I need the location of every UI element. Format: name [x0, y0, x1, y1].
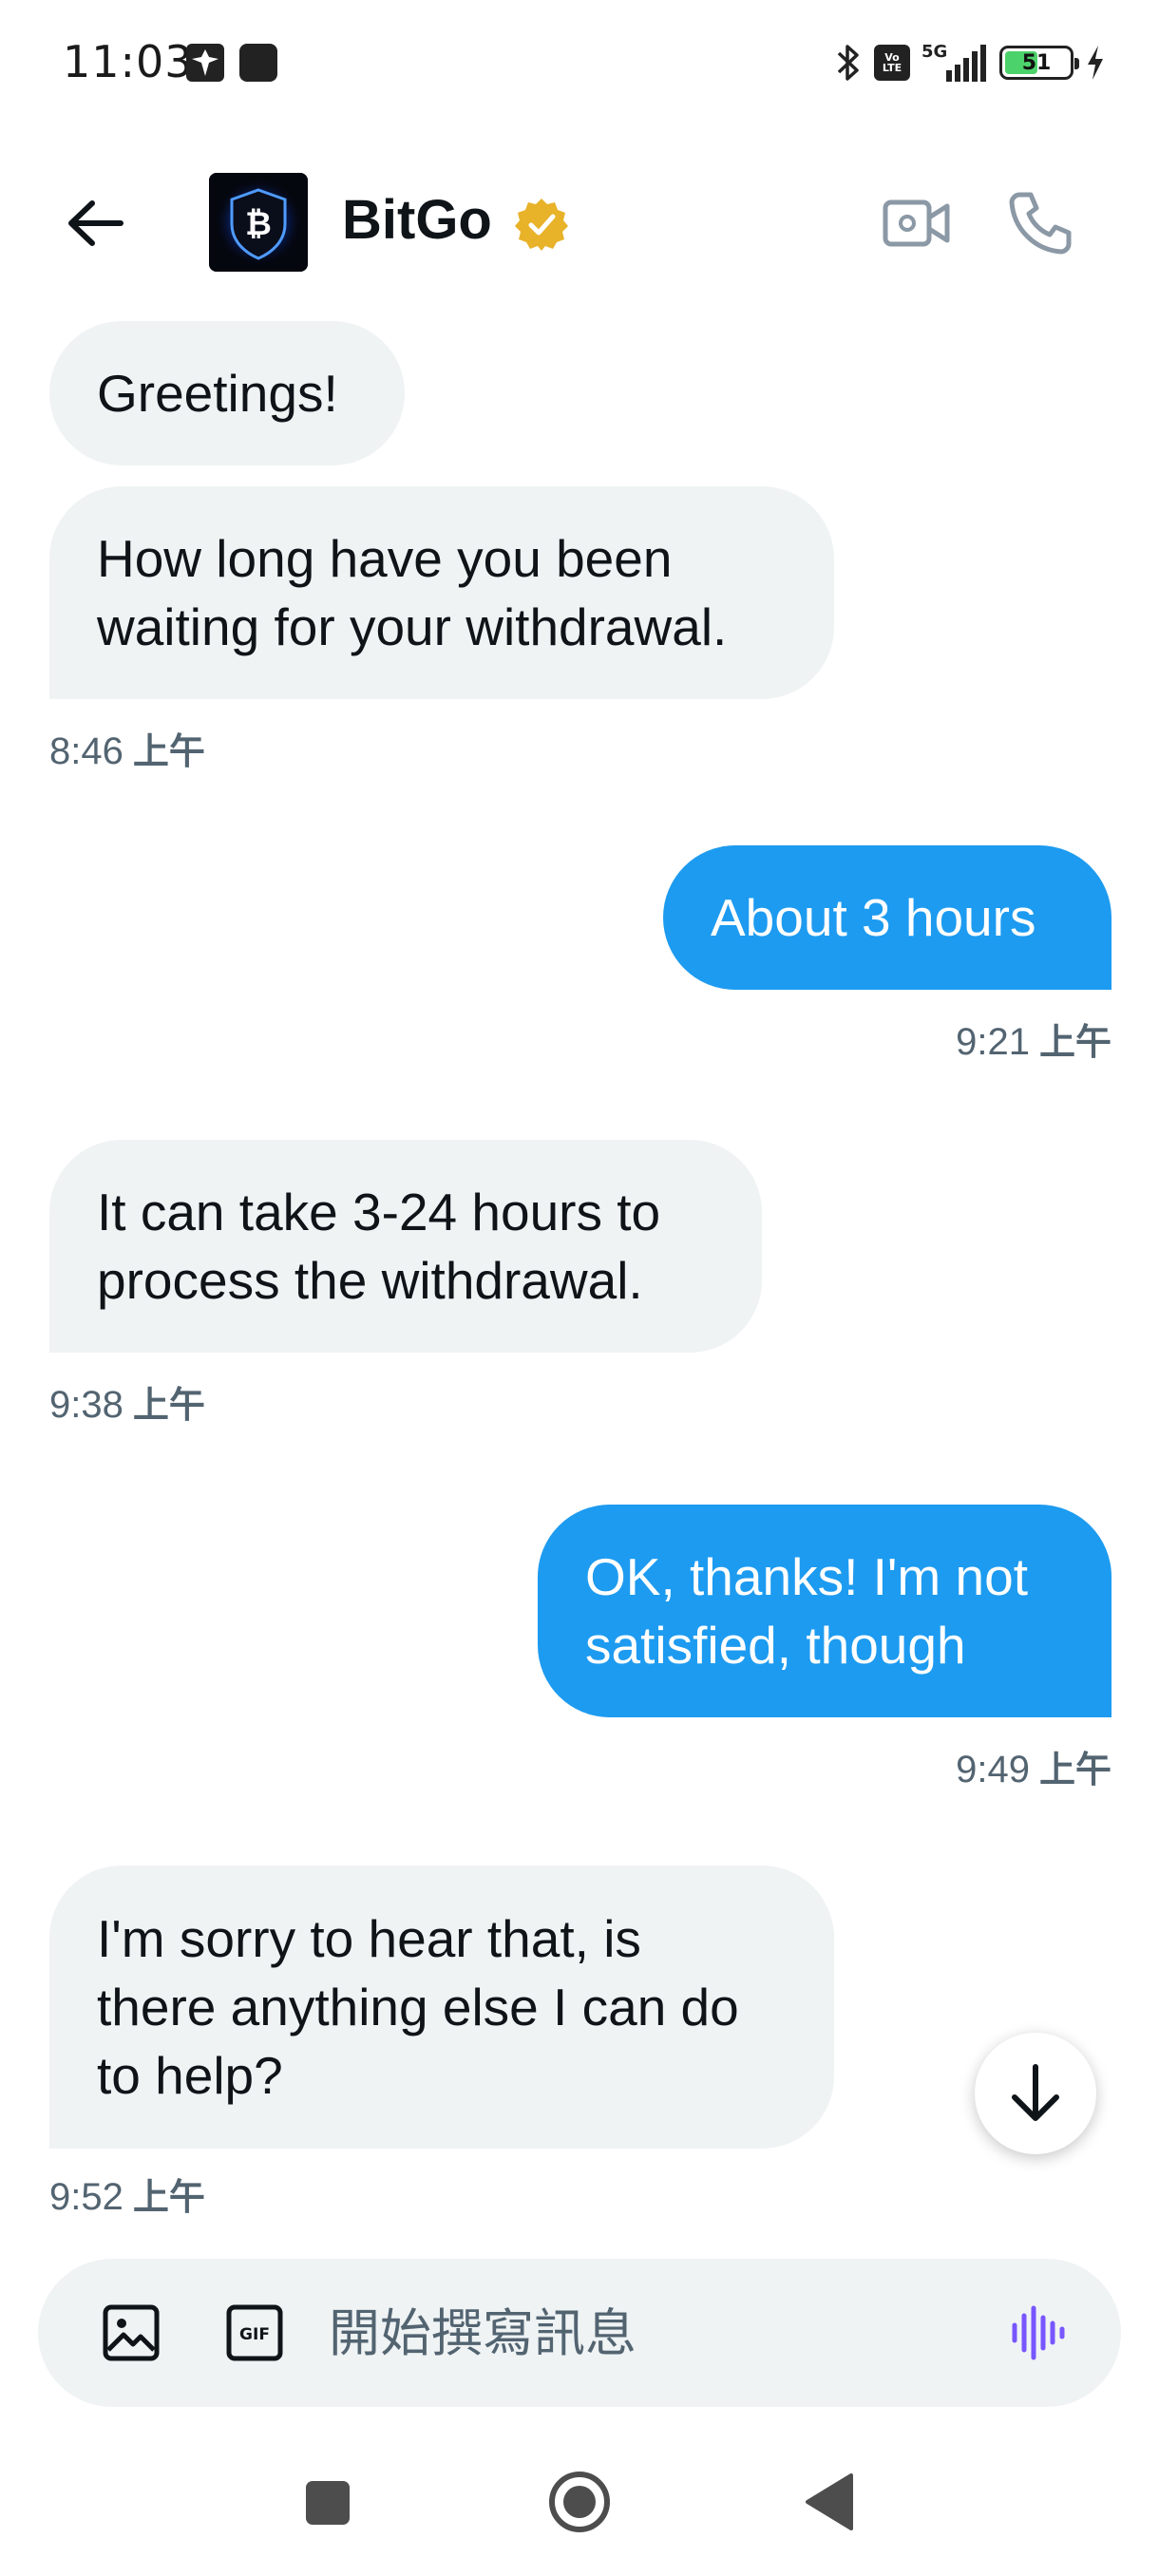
- voice-message-button[interactable]: [1001, 2297, 1077, 2369]
- message-timestamp: 9:49 上午: [956, 1749, 1112, 1790]
- message-timestamp: 9:52 上午: [49, 2176, 205, 2218]
- voice-waveform-icon: [1012, 2305, 1065, 2360]
- contact-name[interactable]: BitGo: [342, 188, 492, 252]
- volte-icon: Vo LTE: [874, 45, 910, 81]
- gif-icon: GIF: [226, 2304, 283, 2361]
- signal-icon: 5G: [922, 42, 988, 84]
- recents-button[interactable]: [306, 2481, 350, 2525]
- message-bubble-incoming[interactable]: I'm sorry to hear that, is there anythin…: [49, 1866, 834, 2149]
- add-image-button[interactable]: [101, 2302, 162, 2363]
- message-timestamp: 8:46 上午: [49, 730, 205, 772]
- back-arrow-icon: [68, 200, 124, 246]
- bitcoin-shield-icon: ₿: [209, 173, 308, 272]
- message-composer: GIF: [38, 2259, 1121, 2407]
- conversation-header: ₿ BitGo: [0, 161, 1159, 285]
- message-input[interactable]: [329, 2287, 975, 2378]
- charging-icon: [1088, 46, 1103, 80]
- avatar[interactable]: ₿: [209, 173, 308, 272]
- home-button[interactable]: [547, 2470, 612, 2534]
- gif-label: GIF: [239, 2325, 270, 2344]
- app-notification-icon: [186, 44, 224, 82]
- message-timestamp: 9:38 上午: [49, 1384, 205, 1426]
- status-time: 11:03: [63, 36, 194, 87]
- system-navigation-bar: [0, 2451, 1159, 2576]
- back-button[interactable]: [57, 185, 133, 261]
- phone-icon: [1009, 192, 1072, 255]
- battery-icon: 51: [999, 46, 1079, 80]
- system-back-button[interactable]: [800, 2472, 857, 2532]
- video-call-button[interactable]: [874, 185, 960, 261]
- arrow-down-icon: [1012, 2064, 1059, 2121]
- status-indicators: Vo LTE 5G 51: [834, 40, 1106, 85]
- video-camera-icon: [883, 199, 950, 247]
- message-bubble-incoming[interactable]: Greetings!: [49, 321, 405, 465]
- bluetooth-icon: [837, 45, 859, 81]
- message-bubble-outgoing[interactable]: About 3 hours: [663, 845, 1112, 990]
- app-notification-icon: [239, 44, 277, 82]
- battery-level: 51: [1021, 50, 1052, 75]
- verified-badge-icon: [515, 199, 568, 251]
- add-gif-button[interactable]: GIF: [224, 2302, 285, 2363]
- scroll-to-bottom-button[interactable]: [975, 2033, 1096, 2154]
- image-icon: [103, 2304, 160, 2361]
- voice-call-button[interactable]: [998, 180, 1083, 266]
- message-bubble-incoming[interactable]: How long have you been waiting for your …: [49, 486, 834, 699]
- svg-text:₿: ₿: [245, 205, 272, 243]
- message-bubble-outgoing[interactable]: OK, thanks! I'm not satisfied, though: [538, 1505, 1112, 1717]
- message-bubble-incoming[interactable]: It can take 3-24 hours to process the wi…: [49, 1140, 762, 1353]
- status-bar: 11:03 Vo LTE 5G 51: [0, 0, 1159, 123]
- message-timestamp: 9:21 上午: [956, 1021, 1112, 1063]
